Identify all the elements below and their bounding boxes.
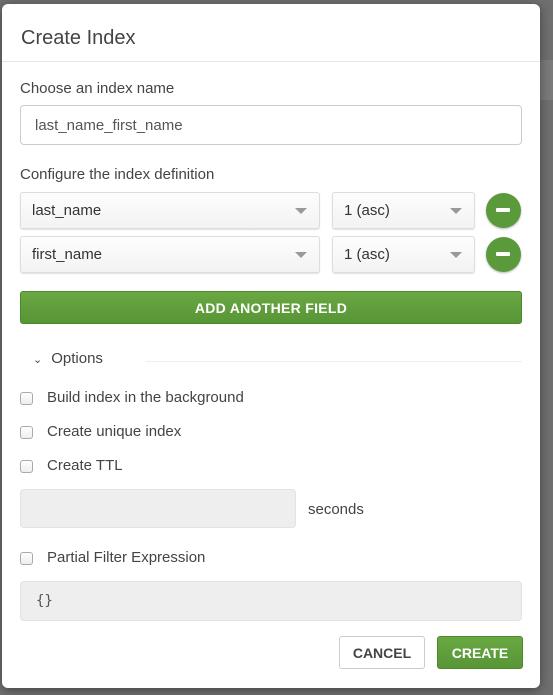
options-toggle[interactable]: ⌄ Options [33, 350, 103, 367]
ttl-input[interactable] [20, 489, 296, 528]
options-divider [146, 361, 522, 362]
caret-down-icon [450, 252, 462, 258]
chevron-down-icon: ⌄ [33, 354, 43, 366]
ttl-unit: seconds [308, 501, 364, 518]
create-button[interactable]: CREATE [437, 636, 523, 669]
index-name-input[interactable]: last_name_first_name [20, 105, 522, 145]
remove-field-button-1[interactable] [486, 193, 521, 228]
field-select-value: last_name [32, 202, 102, 219]
field-select-value: first_name [32, 246, 103, 263]
modal-title: Create Index [21, 27, 136, 49]
ttl-label: Create TTL [47, 457, 123, 474]
caret-down-icon [295, 208, 307, 214]
order-select-2[interactable]: 1 (asc) [332, 236, 475, 273]
caret-down-icon [450, 208, 462, 214]
minus-icon [496, 208, 510, 212]
add-another-field-button[interactable]: ADD ANOTHER FIELD [20, 291, 522, 324]
unique-checkbox[interactable] [20, 426, 33, 439]
options-label: Options [51, 350, 103, 367]
unique-label: Create unique index [47, 423, 182, 440]
background-label: Build index in the background [47, 389, 244, 406]
remove-field-button-2[interactable] [486, 237, 521, 272]
create-index-modal: Create Index Choose an index name last_n… [2, 4, 540, 688]
caret-down-icon [295, 252, 307, 258]
order-select-value: 1 (asc) [344, 246, 390, 263]
partial-filter-label: Partial Filter Expression [47, 549, 206, 566]
cancel-button[interactable]: CANCEL [339, 636, 425, 669]
order-select-value: 1 (asc) [344, 202, 390, 219]
index-name-label: Choose an index name [20, 80, 175, 97]
ttl-checkbox[interactable] [20, 460, 33, 473]
field-select-2[interactable]: first_name [20, 236, 320, 273]
header-divider [2, 61, 540, 62]
field-select-1[interactable]: last_name [20, 192, 320, 229]
partial-filter-input[interactable]: {} [20, 581, 522, 621]
order-select-1[interactable]: 1 (asc) [332, 192, 475, 229]
definition-label: Configure the index definition [20, 166, 215, 183]
background-checkbox[interactable] [20, 392, 33, 405]
minus-icon [496, 252, 510, 256]
partial-filter-checkbox[interactable] [20, 552, 33, 565]
